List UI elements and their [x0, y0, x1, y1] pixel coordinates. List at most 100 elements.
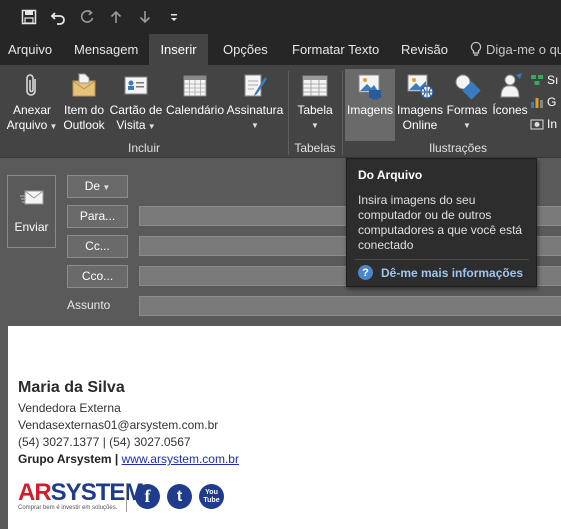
send-button[interactable]: Enviar	[7, 175, 56, 248]
send-label: Enviar	[14, 220, 49, 234]
chevron-down-icon: ▼	[251, 121, 259, 130]
assinatura-label: Assinatura	[226, 103, 284, 117]
undo-icon[interactable]	[47, 6, 69, 28]
tooltip-divider	[354, 259, 529, 260]
signature-company: Grupo Arsystem	[18, 452, 112, 466]
imagens-online-label-2: Online	[402, 118, 438, 132]
tab-mensagem[interactable]: Mensagem	[74, 34, 138, 65]
imagens-tooltip: Do Arquivo Insira imagens do seu computa…	[346, 158, 537, 287]
screenshot-icon	[530, 119, 544, 130]
facebook-icon[interactable]: f	[135, 484, 160, 509]
icons-icon	[489, 69, 531, 103]
icones-button[interactable]: Ícones	[489, 69, 531, 141]
group-label-incluir: Incluir	[127, 141, 160, 155]
imagens-button[interactable]: Imagens	[345, 69, 395, 141]
icones-label: Ícones	[492, 103, 528, 117]
tabela-button[interactable]: Tabela ▼	[291, 69, 339, 141]
tooltip-body: Insira imagens do seu computador ou de o…	[358, 193, 523, 252]
signature-name: Maria da Silva	[18, 379, 125, 396]
chart-icon	[531, 98, 543, 108]
from-button[interactable]: De ▼	[67, 175, 128, 198]
smartart-button[interactable]: Sı	[530, 69, 558, 91]
item-do-outlook-button[interactable]: Item do Outlook	[60, 69, 108, 141]
smartart-label: Sı	[547, 73, 559, 87]
message-body[interactable]: Maria da Silva Vendedora Externa Vendase…	[8, 326, 561, 529]
chevron-down-icon: ▼	[311, 121, 319, 130]
illustrations-small-buttons: Sı G In	[530, 69, 558, 135]
formas-label: Formas	[446, 103, 488, 117]
tab-inserir[interactable]: Inserir	[149, 34, 208, 65]
calendario-button[interactable]: Calendário	[164, 69, 226, 141]
signature-email: Vendasexternas01@arsystem.com.br	[18, 418, 219, 432]
online-picture-icon	[395, 69, 445, 103]
signature-company-line: Grupo Arsystem | www.arsystem.com.br	[18, 452, 239, 466]
tooltip-title: Do Arquivo	[358, 168, 423, 182]
cartao-de-visita-button[interactable]: Cartão de Visita ▼	[108, 69, 164, 141]
send-icon	[8, 176, 55, 220]
paperclip-icon	[4, 69, 60, 103]
signature-role: Vendedora Externa	[18, 401, 121, 415]
shapes-icon	[445, 69, 489, 103]
to-button[interactable]: Para...	[67, 205, 128, 228]
imagens-online-label-1: Imagens	[396, 103, 444, 117]
imagens-online-button[interactable]: Imagens Online	[395, 69, 445, 141]
redo-icon[interactable]	[76, 6, 98, 28]
business-card-icon	[108, 69, 164, 103]
signature-separator: |	[111, 452, 122, 466]
down-arrow-icon[interactable]	[134, 6, 156, 28]
save-icon[interactable]	[18, 6, 40, 28]
formas-button[interactable]: Formas ▼	[445, 69, 489, 141]
cartao-label-1: Cartão de	[109, 103, 163, 117]
tell-me-text: Diga-me o qu	[486, 42, 561, 57]
chevron-down-icon: ▼	[100, 183, 111, 192]
logo-divider	[126, 484, 127, 512]
chevron-down-icon: ▼	[463, 121, 471, 130]
tab-formatar-texto[interactable]: Formatar Texto	[292, 34, 379, 65]
item-label-1: Item do	[63, 103, 105, 117]
youtube-icon[interactable]: You Tube	[199, 484, 224, 509]
from-label: De	[84, 179, 101, 193]
instantaneo-button[interactable]: In	[530, 113, 558, 135]
signature-icon	[226, 69, 284, 103]
item-label-2: Outlook	[63, 118, 105, 132]
cartao-label-2: Visita	[116, 118, 146, 132]
assinatura-button[interactable]: Assinatura ▼	[226, 69, 284, 141]
up-arrow-icon[interactable]	[105, 6, 127, 28]
anexar-label-2: Arquivo	[6, 118, 48, 132]
picture-icon	[345, 69, 395, 103]
subject-label: Assunto	[67, 298, 111, 312]
anexar-arquivo-button[interactable]: Anexar Arquivo ▼	[4, 69, 60, 141]
tab-revisao[interactable]: Revisão	[401, 34, 448, 65]
customize-icon[interactable]	[163, 6, 185, 28]
twitter-icon[interactable]: t	[167, 484, 192, 509]
grafico-button[interactable]: G	[530, 91, 558, 113]
imagens-label: Imagens	[346, 103, 394, 117]
signature-phones: (54) 3027.1377 | (54) 3027.0567	[18, 435, 191, 449]
tab-arquivo[interactable]: Arquivo	[8, 34, 52, 65]
tell-me-box[interactable]: Diga-me o qu	[469, 34, 561, 65]
logo-ar: AR	[18, 479, 52, 506]
ribbon-tabs: Arquivo Mensagem Inserir Opções Formatar…	[0, 34, 561, 65]
subject-field[interactable]	[139, 296, 561, 316]
group-separator	[288, 71, 289, 155]
anexar-label-1: Anexar	[12, 103, 52, 117]
tooltip-link-label: Dê-me mais informações	[381, 265, 524, 280]
tab-opcoes[interactable]: Opções	[223, 34, 268, 65]
signature-website-link[interactable]: www.arsystem.com.br	[122, 452, 239, 466]
cc-button[interactable]: Cc...	[67, 235, 128, 258]
group-label-tabelas: Tabelas	[294, 141, 336, 155]
bcc-button[interactable]: Cco...	[67, 265, 128, 288]
title-bar	[0, 0, 561, 34]
calendario-label: Calendário	[165, 103, 225, 117]
help-icon: ?	[358, 265, 373, 280]
tabela-label: Tabela	[297, 103, 333, 117]
youtube-glyph-1: You	[205, 488, 218, 496]
group-label-ilustracoes: Ilustrações	[428, 141, 488, 155]
chevron-down-icon: ▼	[47, 122, 58, 131]
table-icon	[291, 69, 339, 103]
youtube-glyph-2: Tube	[203, 496, 220, 504]
ribbon: Anexar Arquivo ▼ Item do Outlook Cartão …	[0, 65, 561, 158]
arsystem-logo: ARSYSTEM Comprar bem é investir em soluç…	[18, 479, 144, 512]
tooltip-more-info-link[interactable]: ? Dê-me mais informações	[358, 265, 523, 280]
twitter-glyph: t	[176, 487, 183, 505]
